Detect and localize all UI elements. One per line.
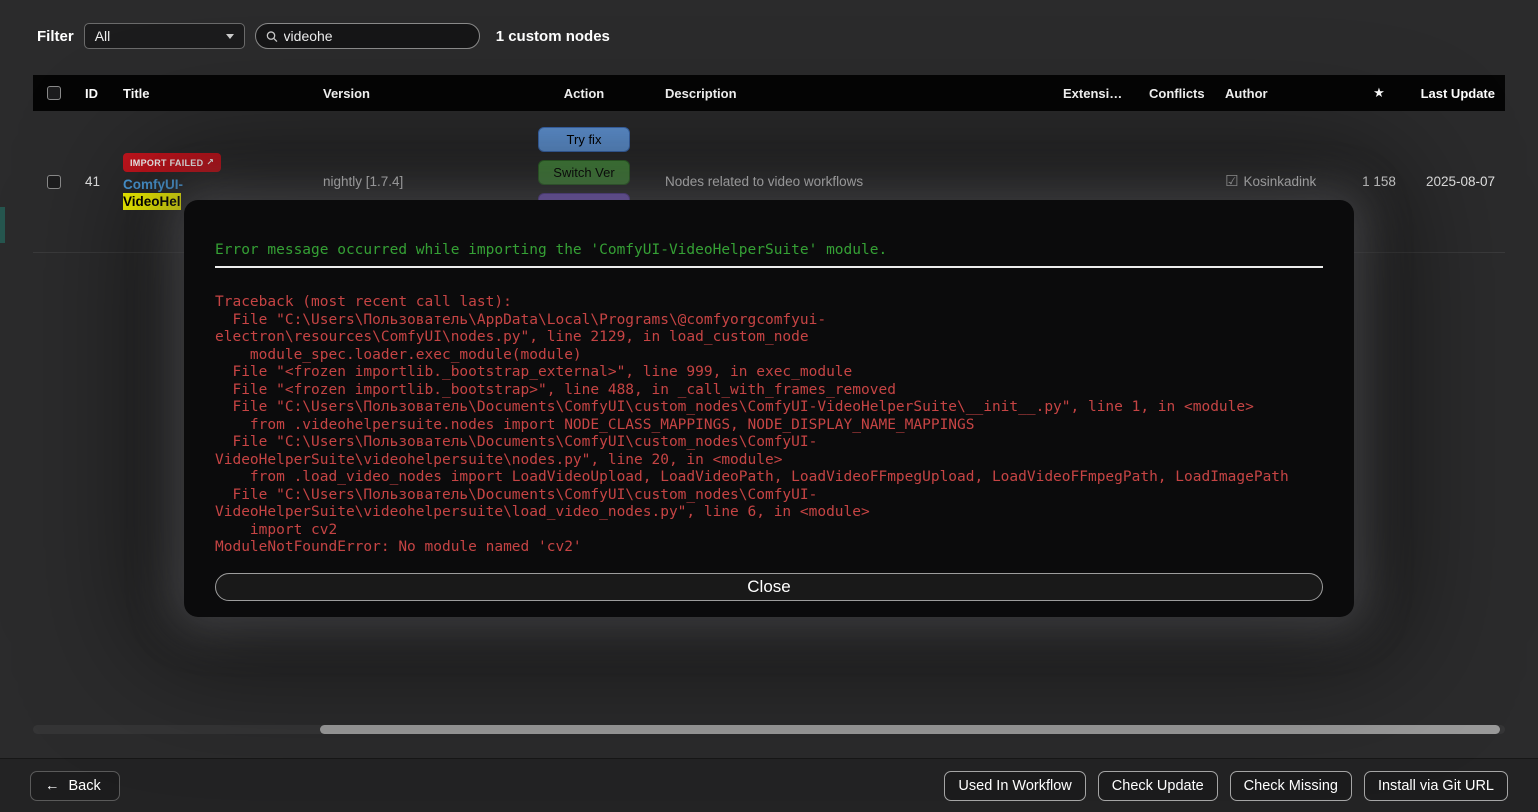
header-author: Author	[1225, 85, 1268, 101]
error-message-title: Error message occurred while importing t…	[215, 242, 888, 258]
back-arrow-icon: ←	[45, 777, 60, 794]
filter-dropdown[interactable]: All	[83, 23, 245, 49]
import-error-modal: Error message occurred while importing t…	[184, 200, 1354, 617]
node-title-link[interactable]: ComfyUI-	[123, 176, 303, 193]
custom-nodes-count: 1 custom nodes	[495, 27, 610, 45]
filter-bar: Filter All 1 custom nodes	[0, 0, 1538, 72]
external-link-icon: ↗	[206, 157, 215, 167]
header-version: Version	[323, 85, 370, 101]
row-id: 41	[85, 174, 101, 189]
back-button-label: Back	[68, 777, 101, 794]
chevron-down-icon	[225, 33, 234, 39]
horizontal-scrollbar-thumb[interactable]	[320, 725, 1500, 734]
author-verified-icon: ☑	[1225, 174, 1239, 189]
try-fix-button[interactable]: Try fix	[538, 127, 630, 152]
row-last-update: 2025-08-07	[1425, 174, 1495, 189]
row-version: nightly [1.7.4]	[323, 174, 404, 189]
filter-label: Filter	[37, 27, 74, 45]
search-icon	[266, 30, 278, 42]
select-all-checkbox[interactable]	[47, 86, 61, 100]
header-extension: Extensi…	[1063, 85, 1123, 101]
left-edge-scroll-indicator	[0, 207, 5, 243]
import-failed-label: IMPORT FAILED	[130, 157, 204, 168]
row-description: Nodes related to video workflows	[665, 174, 864, 189]
horizontal-scrollbar-track[interactable]	[33, 725, 1505, 734]
modal-divider	[215, 266, 1323, 268]
node-title-search-highlight[interactable]: VideoHel	[123, 193, 181, 210]
install-via-git-url-button[interactable]: Install via Git URL	[1363, 770, 1508, 801]
header-description: Description	[665, 85, 737, 101]
header-star-icon: ★	[1373, 85, 1385, 100]
row-stars: 1 158	[1362, 174, 1396, 189]
header-conflicts: Conflicts	[1149, 85, 1205, 101]
row-checkbox[interactable]	[47, 174, 61, 189]
close-button[interactable]: Close	[215, 572, 1323, 601]
footer-bar: ← Back Used In Workflow Check Update Che…	[0, 758, 1538, 812]
switch-version-button[interactable]: Switch Ver	[538, 160, 630, 185]
row-author-cell: ☑ Kosinkadink	[1215, 174, 1349, 189]
header-id: ID	[85, 85, 98, 101]
check-update-button[interactable]: Check Update	[1097, 770, 1218, 801]
search-box[interactable]	[254, 23, 480, 49]
row-author: Kosinkadink	[1243, 174, 1317, 189]
import-failed-badge[interactable]: IMPORT FAILED ↗	[123, 153, 222, 172]
header-title: Title	[123, 85, 150, 101]
search-input[interactable]	[283, 28, 469, 44]
error-traceback: Traceback (most recent call last): File …	[215, 294, 1289, 555]
header-action: Action	[563, 85, 605, 101]
used-in-workflow-button[interactable]: Used In Workflow	[944, 770, 1086, 801]
table-header-row: ID Title Version Action Description Exte…	[33, 75, 1505, 111]
check-missing-button[interactable]: Check Missing	[1229, 770, 1352, 801]
header-last-update: Last Update	[1420, 85, 1495, 101]
filter-dropdown-value: All	[94, 28, 111, 44]
back-button[interactable]: ← Back	[30, 770, 120, 801]
